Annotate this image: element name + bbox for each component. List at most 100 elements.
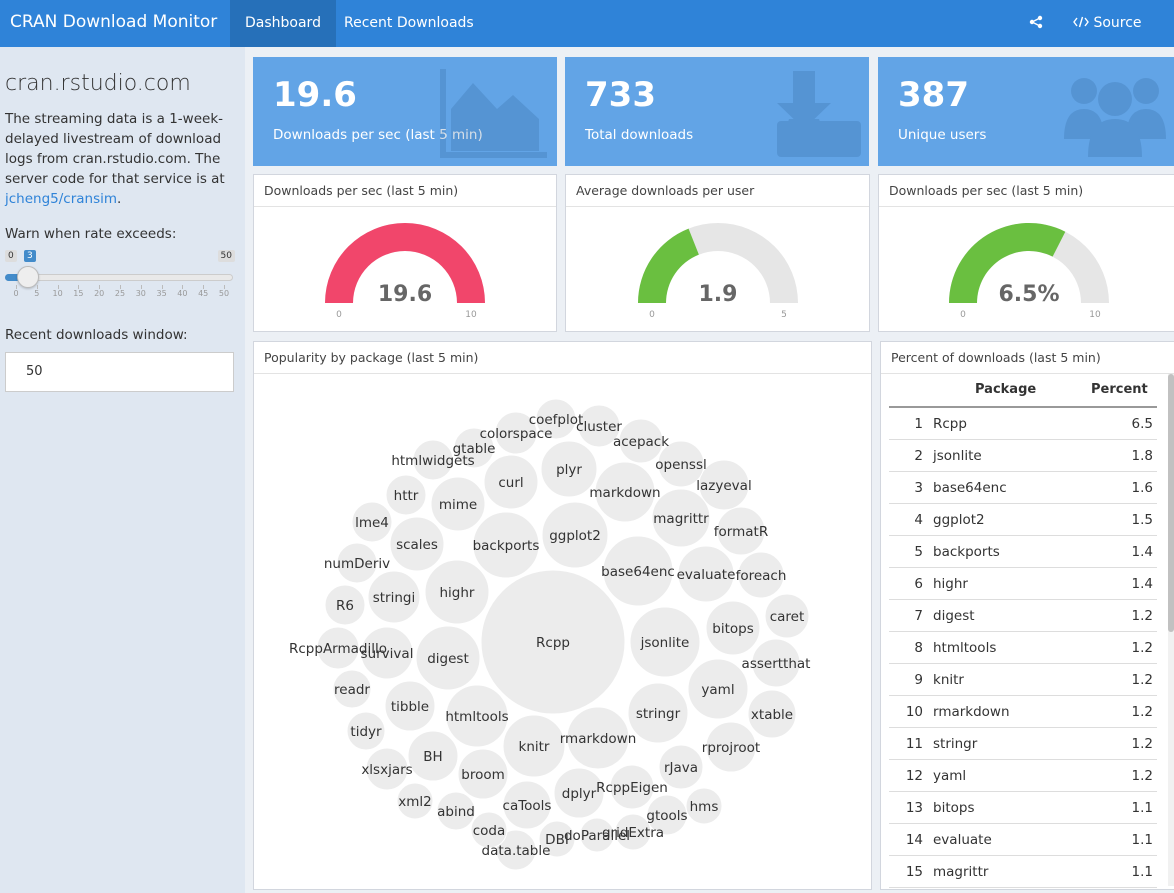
bubble-label: highr xyxy=(440,585,475,601)
table-row[interactable]: 11 stringr 1.2 xyxy=(889,728,1157,760)
slider-tick-mark xyxy=(99,285,101,289)
slider-tick-label: 30 xyxy=(135,289,146,298)
table-row[interactable]: 4 ggplot2 1.5 xyxy=(889,504,1157,536)
row-package: yaml xyxy=(933,768,967,784)
row-percent: 1.8 xyxy=(1131,448,1153,464)
slider-tick-mark xyxy=(140,285,142,289)
bubble-label: rJava xyxy=(664,760,698,776)
row-percent: 1.5 xyxy=(1131,512,1153,528)
row-index: 13 xyxy=(905,800,923,816)
window-label: Recent downloads window: xyxy=(5,327,188,343)
bubble-label: bitops xyxy=(712,621,753,637)
bubble-label: plyr xyxy=(556,462,582,478)
row-percent: 1.1 xyxy=(1131,832,1153,848)
row-package: ggplot2 xyxy=(933,512,985,528)
row-percent: 1.6 xyxy=(1131,480,1153,496)
table-scrollbar[interactable] xyxy=(1168,374,1174,886)
slider-track[interactable] xyxy=(5,274,233,281)
row-percent: 6.5 xyxy=(1131,416,1153,432)
slider-tick-label: 10 xyxy=(52,289,63,298)
bubble-label: yaml xyxy=(701,682,734,698)
table-row[interactable]: 12 yaml 1.2 xyxy=(889,760,1157,792)
app-title: CRAN Download Monitor xyxy=(10,12,218,32)
value-box-value: 387 xyxy=(898,75,969,115)
bubble-label: doParallel xyxy=(564,828,630,844)
gauge-downloads-rate: 19.6 0 10 xyxy=(325,223,485,320)
gauge-min: 0 xyxy=(960,310,966,320)
bubble-label: rprojroot xyxy=(702,740,760,756)
source-code-link[interactable]: Source Code xyxy=(1073,0,1174,78)
scrollbar-thumb[interactable] xyxy=(1168,374,1174,632)
slider-tick-mark xyxy=(161,285,163,289)
bubble-label: tibble xyxy=(391,699,429,715)
gauge-min: 0 xyxy=(336,310,342,320)
slider-tick-label: 5 xyxy=(34,289,40,298)
slider-tick-label: 20 xyxy=(94,289,105,298)
table-row[interactable]: 5 backports 1.4 xyxy=(889,536,1157,568)
row-percent: 1.2 xyxy=(1131,768,1153,784)
table-row[interactable]: 6 highr 1.4 xyxy=(889,568,1157,600)
table-row[interactable]: 13 bitops 1.1 xyxy=(889,792,1157,824)
row-package: stringr xyxy=(933,736,978,752)
slider-tick-label: 45 xyxy=(198,289,209,298)
rate-slider[interactable]: 0 3 50 0 5 10 15 20 25 30 35 40 45 50 xyxy=(5,247,235,307)
row-index: 11 xyxy=(905,736,923,752)
row-package: bitops xyxy=(933,800,975,816)
navbar: CRAN Download Monitor Dashboard Recent D… xyxy=(0,0,1174,78)
users-icon xyxy=(1064,78,1166,157)
bubble-label: mime xyxy=(439,497,477,513)
table-row[interactable]: 1 Rcpp 6.5 xyxy=(889,408,1157,440)
gauge-value: 1.9 xyxy=(699,282,738,307)
slider-tick-label: 40 xyxy=(177,289,188,298)
bubble-label: numDeriv xyxy=(324,556,390,572)
gauge-box-avg-per-user: Average downloads per user 1.9 0 5 xyxy=(565,174,870,332)
row-percent: 1.2 xyxy=(1131,672,1153,688)
table-row[interactable]: 7 digest 1.2 xyxy=(889,600,1157,632)
table-row[interactable]: 14 evaluate 1.1 xyxy=(889,824,1157,856)
share-button[interactable] xyxy=(1029,0,1043,47)
tab-dashboard[interactable]: Dashboard xyxy=(230,0,336,47)
sidebar-title: cran.rstudio.com xyxy=(5,71,191,96)
gauge-percent: 6.5% 0 10 xyxy=(949,222,1109,320)
table-row[interactable]: 10 rmarkdown 1.2 xyxy=(889,696,1157,728)
cransim-link[interactable]: jcheng5/cransim xyxy=(5,191,117,207)
bubble-label: jsonlite xyxy=(640,635,690,651)
bubble-label: coda xyxy=(473,823,506,839)
table-row[interactable]: 2 jsonlite 1.8 xyxy=(889,440,1157,472)
table-row[interactable]: 3 base64enc 1.6 xyxy=(889,472,1157,504)
gauge-box-percent: Downloads per sec (last 5 min) 6.5% 0 10 xyxy=(878,174,1174,332)
box-title: Average downloads per user xyxy=(566,175,869,207)
bubble-label: BH xyxy=(423,749,442,765)
bubble-label: formatR xyxy=(714,524,768,540)
bubble-label: readr xyxy=(334,682,370,698)
rate-label: Warn when rate exceeds: xyxy=(5,226,177,242)
value-box-value: 733 xyxy=(585,75,656,115)
table-row[interactable]: 15 magrittr 1.1 xyxy=(889,856,1157,888)
table-row[interactable]: 9 knitr 1.2 xyxy=(889,664,1157,696)
row-index: 2 xyxy=(914,448,923,464)
slider-tick-label: 50 xyxy=(218,289,230,298)
bubble-label: curl xyxy=(498,475,523,491)
tab-recent-downloads[interactable]: Recent Downloads xyxy=(329,0,489,47)
gauge-max: 10 xyxy=(465,310,477,320)
row-package: digest xyxy=(933,608,975,624)
column-header-percent[interactable]: Percent xyxy=(1091,374,1148,406)
slider-tick-mark xyxy=(224,285,225,289)
bubble-label: R6 xyxy=(336,598,354,614)
slider-handle[interactable] xyxy=(17,266,39,288)
row-percent: 1.2 xyxy=(1131,736,1153,752)
window-input[interactable]: 50 xyxy=(5,352,234,392)
row-package: Rcpp xyxy=(933,416,967,432)
description-period: . xyxy=(117,191,122,207)
table-row[interactable]: 8 htmltools 1.2 xyxy=(889,632,1157,664)
bubble-label: colorspace xyxy=(480,426,553,442)
bubble-label: scales xyxy=(396,537,438,553)
bubble-label: xlsxjars xyxy=(361,762,412,778)
box-title: Popularity by package (last 5 min) xyxy=(254,342,871,374)
download-icon xyxy=(777,71,861,157)
slider-value-badge: 3 xyxy=(24,250,36,262)
share-icon xyxy=(1029,15,1043,29)
value-box-label: Total downloads xyxy=(585,127,694,143)
column-header-package[interactable]: Package xyxy=(975,374,1036,406)
bubble-label: Rcpp xyxy=(536,635,570,651)
